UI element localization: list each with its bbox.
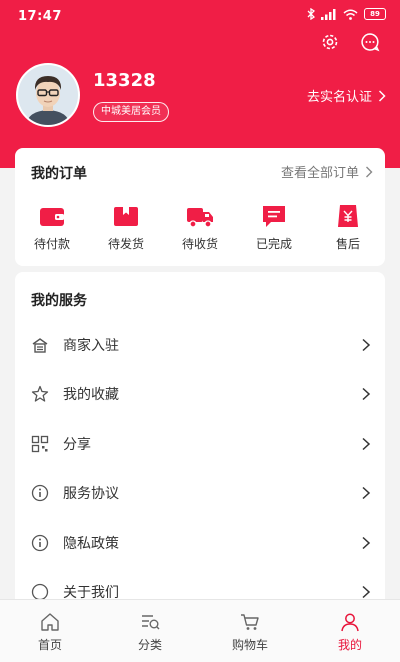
avatar[interactable] [16, 63, 80, 127]
view-all-orders-link[interactable]: 查看全部订单 [281, 162, 373, 181]
verify-identity-link[interactable]: 去实名认证 [307, 86, 386, 105]
service-label: 服务协议 [63, 486, 119, 503]
tab-home[interactable]: 首页 [10, 600, 90, 662]
tab-label: 首页 [37, 638, 62, 652]
service-label: 隐私政策 [63, 535, 119, 552]
info-icon [31, 534, 49, 551]
order-pending-shipment[interactable]: 待发货 [96, 203, 156, 252]
order-label: 待发货 [107, 237, 144, 251]
order-label: 已完成 [255, 237, 292, 251]
wifi-icon [343, 9, 358, 20]
tab-label: 购物车 [231, 638, 268, 652]
chevron-right-icon [362, 388, 371, 401]
bluetooth-icon [307, 8, 315, 20]
verify-label: 去实名认证 [306, 90, 372, 105]
tab-category[interactable]: 分类 [110, 600, 190, 662]
service-label: 商家入驻 [63, 337, 119, 354]
service-agreement[interactable]: 服务协议 [15, 469, 385, 519]
tab-mine[interactable]: 我的 [310, 600, 390, 662]
wallet-icon [40, 208, 64, 226]
order-completed[interactable]: 已完成 [244, 203, 304, 252]
service-merchant-join[interactable]: 商家入驻 [15, 320, 385, 370]
message-icon [263, 206, 285, 227]
user-icon [341, 613, 359, 632]
tab-cart[interactable]: 购物车 [210, 600, 290, 662]
service-privacy[interactable]: 隐私政策 [15, 518, 385, 568]
status-bar: 17:47 89 [0, 0, 400, 30]
qr-icon [31, 435, 49, 452]
status-icons: 89 [307, 8, 386, 20]
chevron-right-icon [362, 536, 371, 549]
member-badge: 中城美居会员 [93, 102, 169, 122]
truck-icon [187, 208, 213, 228]
chevron-right-icon [378, 89, 386, 102]
chevron-right-icon [362, 338, 371, 351]
chevron-right-icon [366, 166, 373, 177]
service-label: 分享 [63, 436, 91, 453]
star-icon [31, 386, 49, 402]
order-pending-receipt[interactable]: 待收货 [170, 203, 230, 252]
order-label: 售后 [335, 237, 360, 251]
orders-title: 我的订单 [31, 166, 87, 182]
message-icon[interactable] [360, 32, 380, 52]
service-label: 我的收藏 [63, 387, 119, 404]
services-card: 我的服务 商家入驻 我的收藏 分享 服务协议 隐私政策 关于我们 [15, 272, 385, 612]
order-label: 待付款 [33, 237, 70, 251]
order-after-sales[interactable]: 售后 [318, 203, 378, 252]
battery-icon: 89 [364, 8, 386, 20]
username: 13328 [93, 70, 156, 91]
tab-label: 分类 [137, 638, 162, 652]
orders-card: 我的订单 查看全部订单 待付款 待发货 待收货 已完成 售后 [15, 148, 385, 266]
chevron-right-icon [362, 586, 371, 599]
category-icon [142, 615, 160, 630]
status-time: 17:47 [18, 9, 62, 24]
view-all-label: 查看全部订单 [280, 166, 359, 181]
bottom-tab-bar: 首页 分类 购物车 我的 [0, 599, 400, 662]
settings-icon[interactable] [320, 32, 340, 52]
order-label: 待收货 [181, 237, 218, 251]
chevron-right-icon [362, 437, 371, 450]
signal-icon [321, 8, 336, 20]
info-icon [31, 485, 49, 502]
refund-icon [338, 205, 358, 227]
chevron-right-icon [362, 487, 371, 500]
home-icon [41, 613, 59, 631]
package-icon [114, 207, 138, 226]
services-title: 我的服务 [31, 293, 87, 309]
order-pending-payment[interactable]: 待付款 [22, 203, 82, 252]
profile-header: 17:47 89 13328 中城美居会员 去实名认证 [0, 0, 400, 168]
cart-icon [241, 614, 259, 630]
tab-label: 我的 [337, 638, 362, 652]
service-share[interactable]: 分享 [15, 419, 385, 469]
service-favorites[interactable]: 我的收藏 [15, 370, 385, 420]
store-icon [32, 337, 48, 353]
